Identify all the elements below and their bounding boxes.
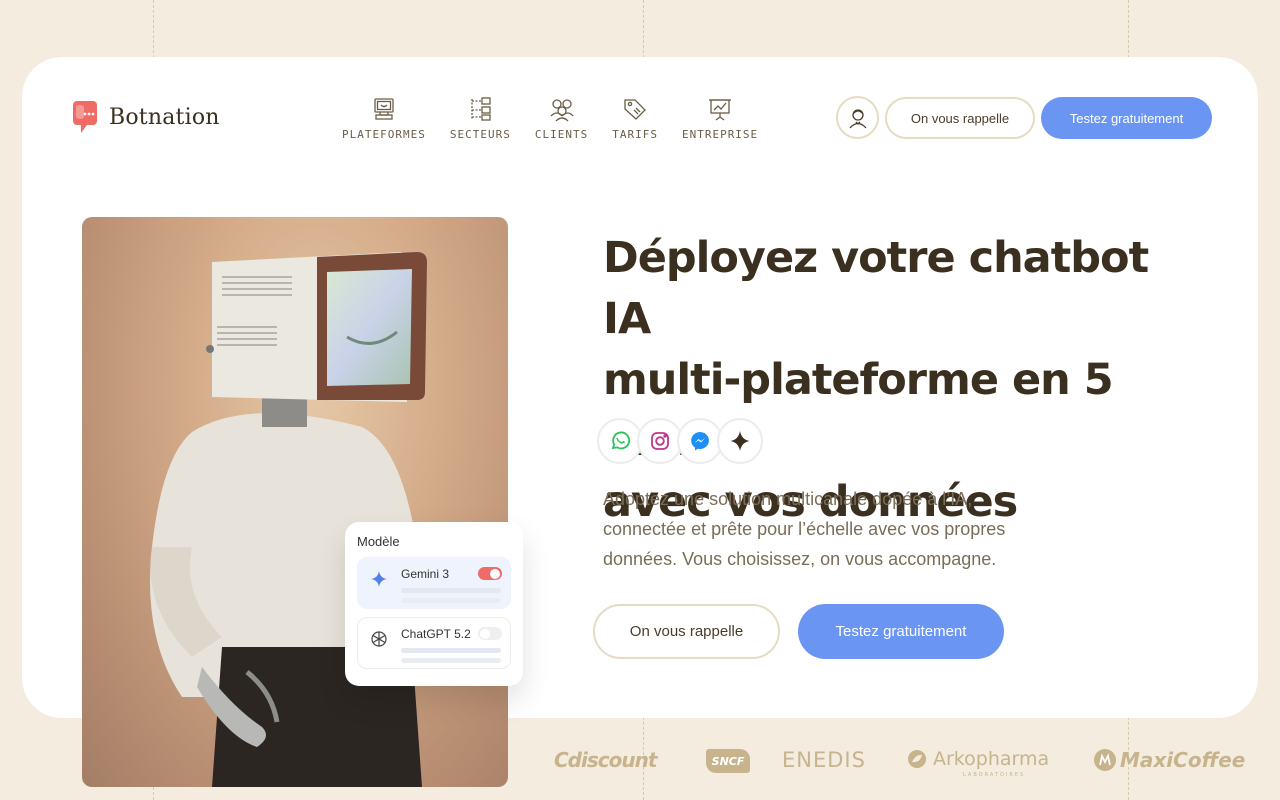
- client-logo-arkopharma-sub: LABORATOIRES: [963, 772, 1026, 778]
- nav-label: ENTREPRISE: [681, 128, 759, 141]
- messenger-icon: [691, 432, 709, 451]
- nav-label: CLIENTS: [534, 128, 589, 141]
- nav-label: TARIFS: [612, 128, 658, 141]
- flowchart-icon: [471, 97, 491, 121]
- openai-icon: [371, 631, 387, 647]
- client-logo-arkopharma-text: Arkopharma: [933, 748, 1050, 770]
- model-name: Gemini 3: [401, 567, 450, 581]
- channel-icons: [597, 418, 763, 464]
- header-callback-button[interactable]: On vous rappelle: [885, 97, 1035, 139]
- nav-label: SECTEURS: [449, 128, 511, 141]
- hero-description-line: connectée et prête pour l’échelle avec v…: [603, 519, 1006, 539]
- hero-try-free-button[interactable]: Testez gratuitement: [798, 604, 1004, 659]
- brand-logo[interactable]: Botnation: [73, 99, 220, 135]
- leaf-icon: [908, 750, 927, 768]
- computer-icon: [374, 98, 394, 120]
- hero-description-line: Adoptez une solution multicanale dopée à…: [603, 489, 973, 509]
- sparkle-icon: [730, 431, 750, 451]
- nav-item-clients[interactable]: CLIENTS: [523, 96, 600, 141]
- client-logo-sncf-text: SNCF: [711, 754, 745, 768]
- coffee-bean-icon: [1094, 749, 1116, 771]
- model-toggle[interactable]: [478, 567, 502, 580]
- nav-item-entreprise[interactable]: ENTREPRISE: [670, 96, 770, 141]
- header-try-free-button[interactable]: Testez gratuitement: [1041, 97, 1212, 139]
- model-option-gemini[interactable]: Gemini 3: [357, 557, 511, 609]
- gemini-icon: [371, 571, 387, 587]
- client-logo-sncf: SNCF: [706, 749, 750, 773]
- users-icon: [550, 99, 574, 122]
- hero-callback-button[interactable]: On vous rappelle: [593, 604, 780, 659]
- client-logo-enedis: ENEDIS: [782, 748, 866, 772]
- tv-head-person-illustration: [150, 252, 427, 787]
- client-logo-cdiscount: Cdiscount: [554, 748, 657, 772]
- hero-description: Adoptez une solution multicanale dopée à…: [603, 484, 1023, 574]
- hero-title-line: Déployez votre chatbot IA: [603, 233, 1149, 344]
- brand-name: Botnation: [109, 104, 220, 130]
- nav-label: PLATEFORMES: [342, 128, 426, 141]
- price-tag-icon: [624, 99, 646, 120]
- nav-item-secteurs[interactable]: SECTEURS: [438, 96, 523, 141]
- presentation-icon: [709, 99, 732, 121]
- whatsapp-icon: [611, 431, 631, 450]
- hero-description-line: données. Vous choisissez, on vous accomp…: [603, 549, 997, 569]
- model-selector-card: Modèle Gemini 3 ChatGPT 5.2: [345, 522, 523, 686]
- instagram-icon: [651, 432, 669, 450]
- client-logo-maxicoffee-text: MaxiCoffee: [1120, 748, 1246, 772]
- user-icon: [849, 108, 866, 128]
- model-name: ChatGPT 5.2: [401, 627, 471, 641]
- account-button[interactable]: [836, 96, 879, 139]
- main-nav: PLATEFORMES SECTEURS CLIENTS TARIFS ENTR…: [330, 96, 770, 141]
- hero-image: [82, 217, 508, 787]
- model-option-chatgpt[interactable]: ChatGPT 5.2: [357, 617, 511, 669]
- placeholder-line: [401, 648, 501, 653]
- placeholder-line: [401, 598, 501, 603]
- nav-item-tarifs[interactable]: TARIFS: [600, 96, 670, 141]
- nav-item-plateformes[interactable]: PLATEFORMES: [330, 96, 438, 141]
- model-toggle[interactable]: [478, 627, 502, 640]
- model-card-title: Modèle: [357, 534, 400, 549]
- channel-ai[interactable]: [717, 418, 763, 464]
- placeholder-line: [401, 658, 501, 663]
- botnation-logo-icon: [73, 101, 97, 133]
- client-logos: Cdiscount SNCF ENEDIS Arkopharma LABORAT…: [0, 742, 1280, 782]
- placeholder-line: [401, 588, 501, 593]
